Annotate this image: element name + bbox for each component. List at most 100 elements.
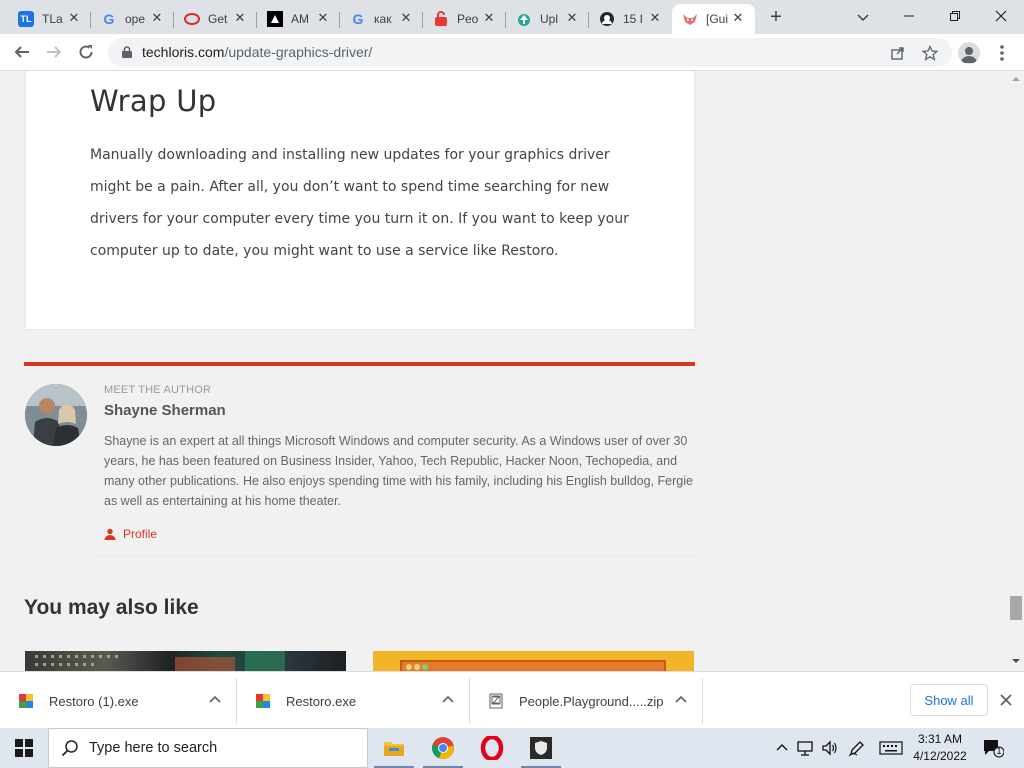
taskbar-app-chrome[interactable] [419,728,467,768]
minimize-button[interactable] [886,0,932,32]
browser-tab[interactable]: TL TLa ✕ [8,4,91,34]
article-paragraph: Manually downloading and installing new … [90,147,629,259]
browser-tab[interactable]: Get ✕ [174,4,257,34]
shield-app-icon [530,737,552,759]
pen-icon[interactable] [847,738,867,758]
page-scrollbar[interactable] [1008,71,1024,671]
related-post-thumbnail[interactable] [373,651,694,671]
close-tab-icon[interactable]: ✕ [316,11,330,25]
taskbar-clock[interactable]: 3:31 AM 4/12/2022 [908,731,972,765]
download-item[interactable]: Restoro (1).exe [0,678,237,724]
show-hidden-icons-chevron-icon[interactable] [772,738,792,758]
search-placeholder: Type here to search [89,740,218,756]
download-item[interactable]: People.Playground.....zip [470,678,703,724]
lock-icon[interactable] [120,45,134,59]
back-arrow-icon [14,46,29,58]
page-viewport: Wrap Up Manually downloading and install… [0,71,1008,671]
restoro-icon [19,694,33,708]
profile-avatar-icon[interactable] [958,42,980,64]
author-profile-link[interactable]: Profile [104,527,157,541]
download-filename: People.Playground.....zip [519,693,664,709]
chevron-up-icon[interactable] [674,693,688,707]
close-tab-icon[interactable]: ✕ [399,11,413,25]
show-all-downloads-button[interactable]: Show all [910,684,988,716]
scroll-down-icon[interactable] [1012,657,1020,665]
tab-title: AM [291,12,309,26]
close-tab-icon[interactable]: ✕ [731,11,745,25]
tab-title: Upl [540,12,559,26]
close-window-button[interactable] [978,0,1024,32]
taskbar-search-box[interactable]: Type here to search [48,728,368,768]
forward-arrow-icon [47,46,62,58]
close-tab-icon[interactable]: ✕ [150,11,164,25]
section-heading: Wrap Up [90,84,217,118]
scroll-up-icon[interactable] [1012,75,1020,83]
tab-title: как [374,12,392,26]
google-icon: G [103,11,115,27]
bookmark-star-icon[interactable] [920,43,940,63]
windows-taskbar: Type here to search 3:31 AM 4/12/2022 1 [0,728,1024,768]
scrollbar-thumb[interactable] [1010,596,1022,620]
reload-icon [79,45,93,59]
start-button[interactable] [0,728,48,768]
keyboard-icon[interactable] [878,738,904,758]
close-tab-icon[interactable]: ✕ [233,11,247,25]
tl-icon: TL [18,11,34,27]
author-section-label: MEET THE AUTHOR [104,384,212,396]
author-name[interactable]: Shayne Sherman [104,402,226,419]
file-explorer-icon [384,742,404,756]
browser-toolbar: techloris.com/update-graphics-driver/ [0,34,1024,71]
restoro-icon [256,694,270,708]
chrome-icon [432,737,454,759]
share-icon[interactable] [888,43,908,63]
browser-menu-icon[interactable] [994,43,1010,63]
author-avatar [25,384,87,446]
browser-tab[interactable]: G как ✕ [340,4,423,34]
reload-button[interactable] [72,38,100,66]
browser-tab[interactable]: 15 I ✕ [589,4,672,34]
close-tab-icon[interactable]: ✕ [67,11,81,25]
browser-tab[interactable]: Peo ✕ [423,4,506,34]
url-domain: techloris.com [142,44,225,60]
chevron-up-icon[interactable] [441,693,455,707]
chevron-up-icon[interactable] [208,693,222,707]
tab-title: [Gui [706,12,729,26]
close-shelf-icon[interactable] [998,692,1014,708]
address-bar[interactable]: techloris.com/update-graphics-driver/ [108,38,952,67]
google-icon: G [352,11,364,27]
close-tab-icon[interactable]: ✕ [565,11,579,25]
user-icon [104,528,116,540]
network-icon[interactable] [796,738,816,758]
taskbar-app-opera[interactable] [468,728,516,768]
tab-title: Get [208,12,228,26]
clock-date: 4/12/2022 [913,749,967,763]
url-text[interactable]: techloris.com/update-graphics-driver/ [142,44,372,60]
back-button[interactable] [8,38,36,66]
browser-tab[interactable]: G ope ✕ [91,4,174,34]
new-tab-button[interactable]: + [764,6,788,30]
tab-title: 15 I [623,12,644,26]
close-tab-icon[interactable]: ✕ [482,11,496,25]
download-filename: Restoro.exe [286,693,357,709]
thumbnail-window-graphic [400,660,666,671]
opera-ring-icon [184,11,200,27]
browser-tab[interactable]: AM ✕ [257,4,340,34]
tab-search-chevron-icon[interactable] [852,6,874,28]
divider [96,555,695,556]
browser-tab-active[interactable]: [Gui ✕ [672,4,755,34]
close-tab-icon[interactable]: ✕ [648,11,662,25]
taskbar-app-file-explorer[interactable] [370,728,418,768]
taskbar-app-shield[interactable] [517,728,565,768]
restore-button[interactable] [932,0,978,32]
browser-tab-strip: TL TLa ✕ G ope ✕ Get ✕ AM ✕ G как ✕ Peo … [0,0,1024,34]
notification-center-icon[interactable]: 1 [982,738,1005,758]
browser-tab[interactable]: Upl ✕ [506,4,589,34]
tab-title: TLa [42,12,63,26]
download-item[interactable]: Restoro.exe [237,678,470,724]
volume-icon[interactable] [820,738,840,758]
profile-link-label: Profile [123,527,158,541]
windows-logo-icon [15,739,33,757]
related-post-thumbnail[interactable] [25,651,346,671]
notification-count-badge: 1 [996,746,1002,756]
forward-button[interactable] [40,38,68,66]
